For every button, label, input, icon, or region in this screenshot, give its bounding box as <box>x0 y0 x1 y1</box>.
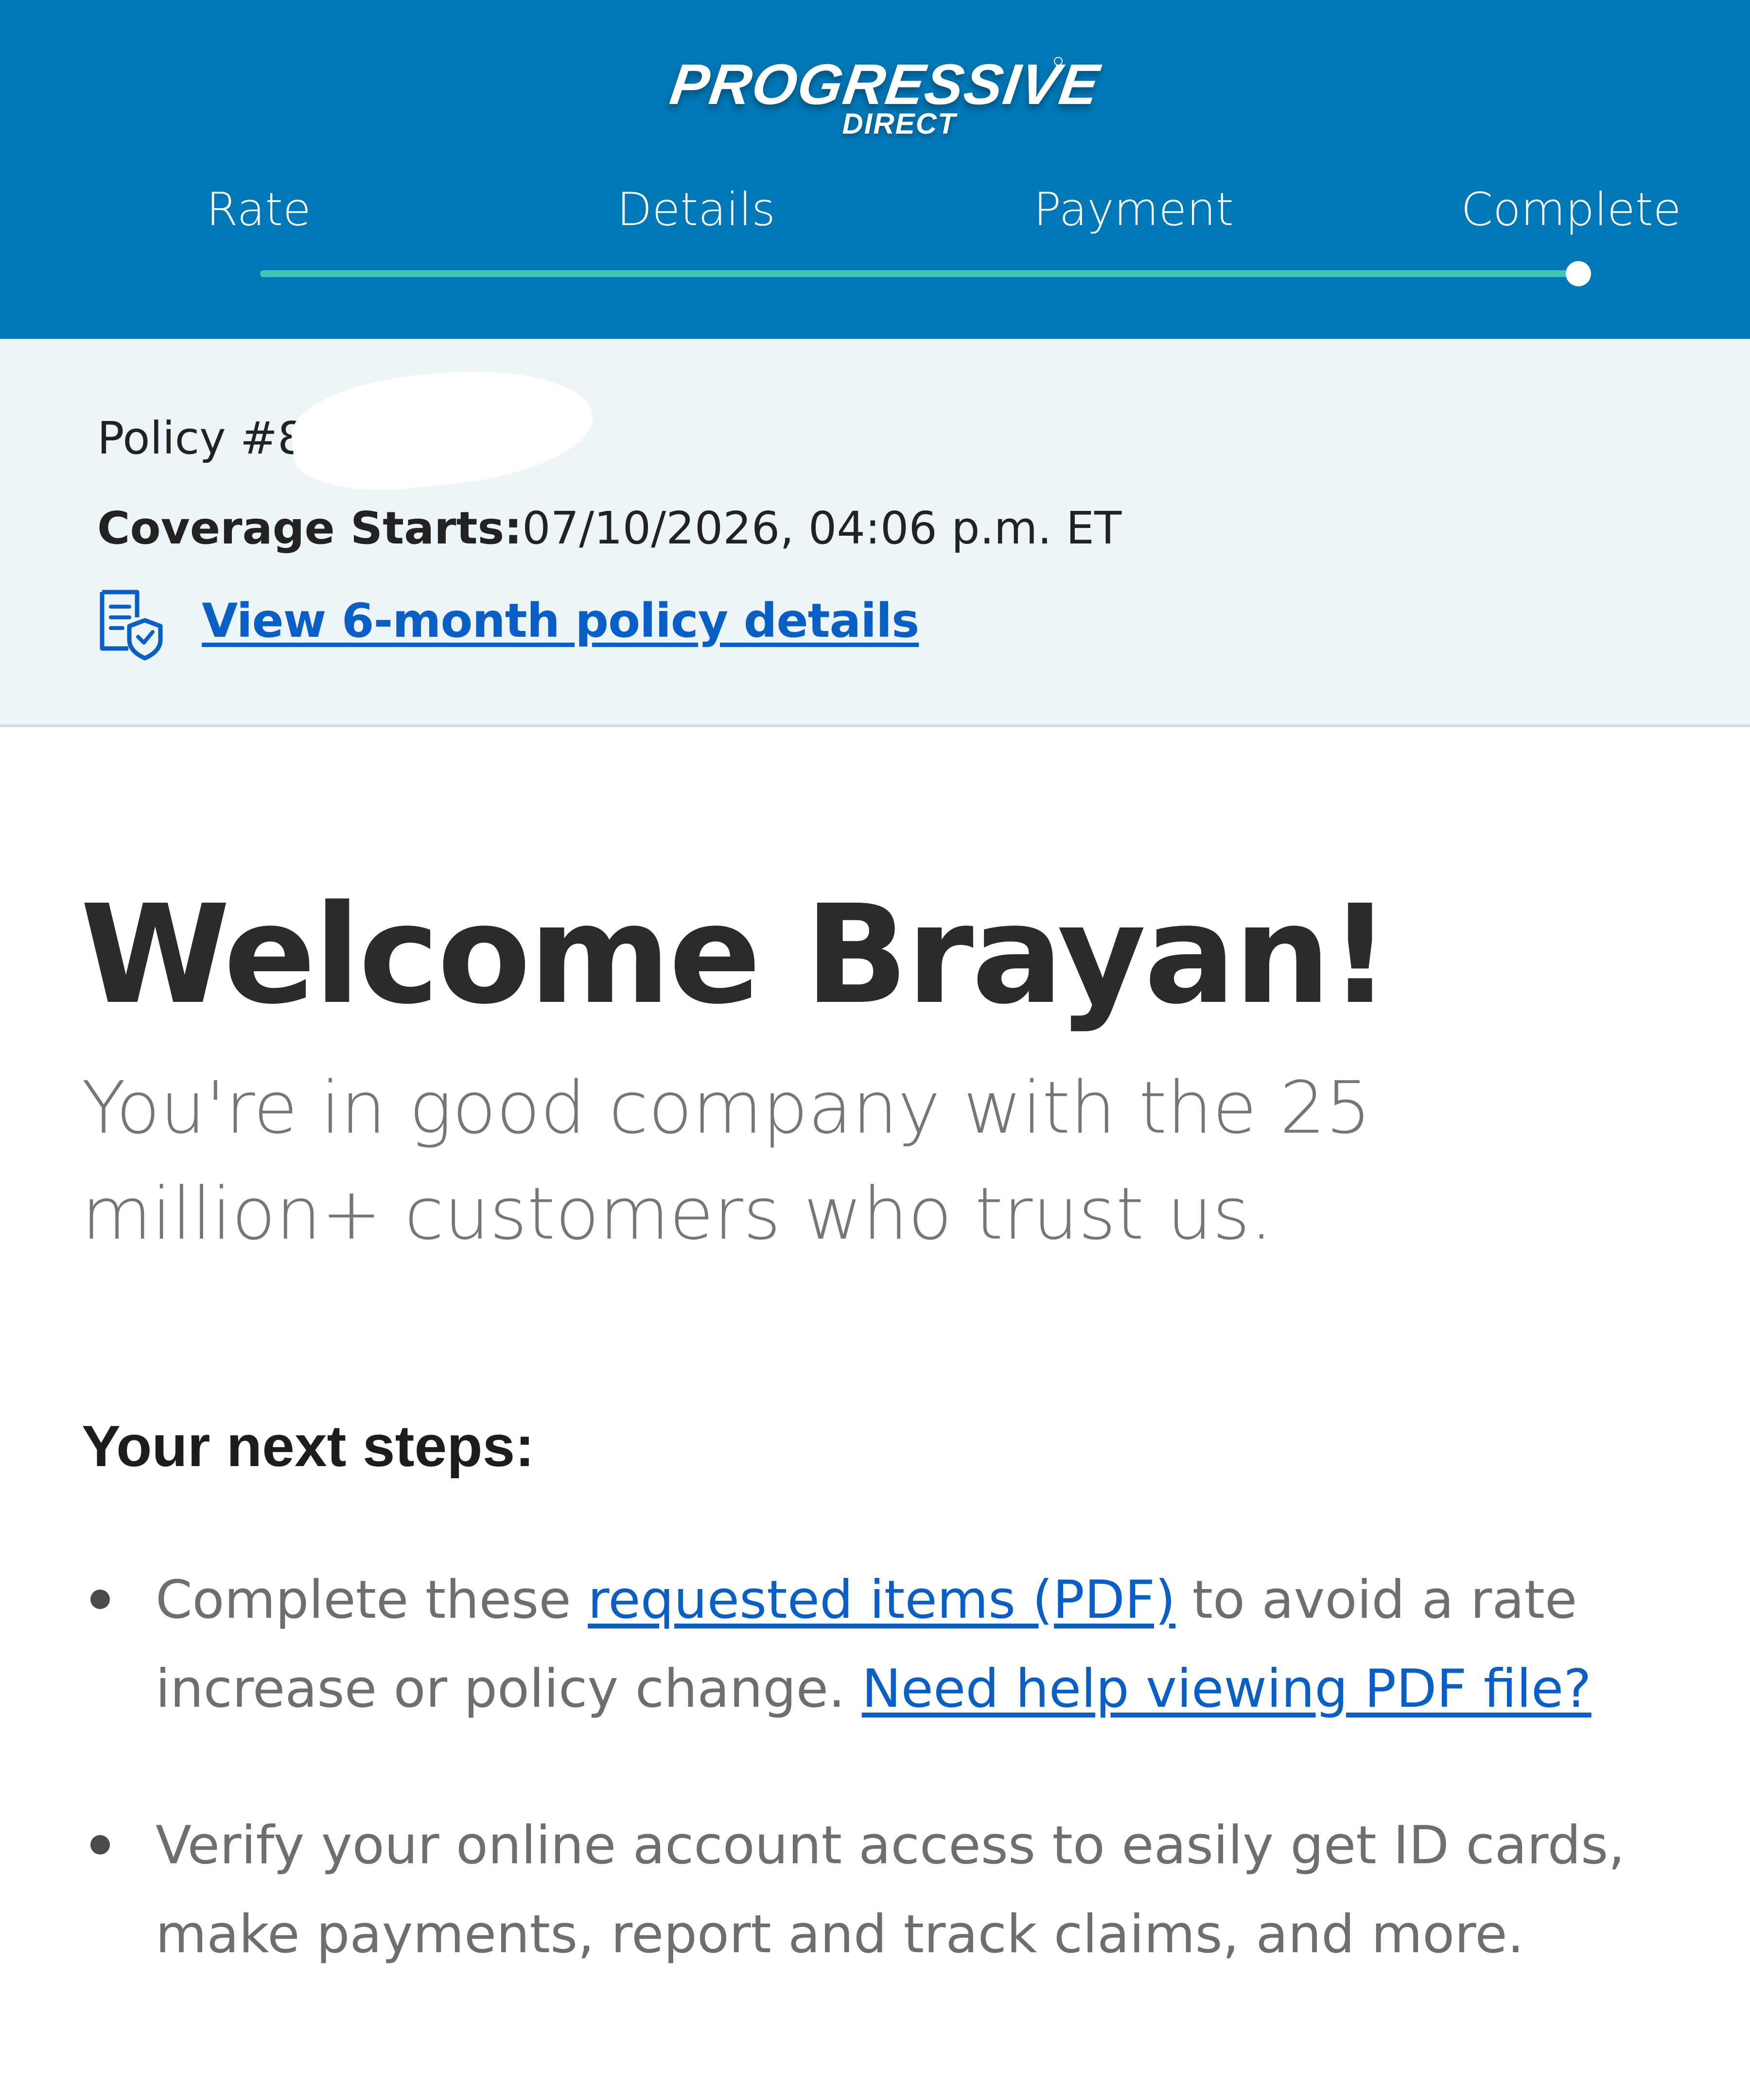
bullet-icon <box>90 1590 110 1609</box>
progressive-logo[interactable]: PROGRESSIVE DIRECT <box>0 41 1750 153</box>
next-step-item-1: Complete these requested items (PDF) to … <box>156 1556 1633 1733</box>
logo-subtext: DIRECT <box>842 107 957 140</box>
view-policy-details-link[interactable]: View 6-month policy details <box>202 592 919 650</box>
header-bar: PROGRESSIVE DIRECT Rate Details Payment … <box>0 0 1750 339</box>
next-steps-heading: Your next steps: <box>82 1414 535 1479</box>
policy-number-label: Policy # <box>97 412 278 464</box>
progress-current-marker <box>1566 261 1591 286</box>
progress-step-payment: Payment <box>1033 183 1234 236</box>
coverage-start: Coverage Starts:07/10/2026, 04:06 p.m. E… <box>97 499 1121 558</box>
policy-summary-panel: Policy #8 Coverage Starts:07/10/2026, 04… <box>0 339 1750 727</box>
coverage-start-value: 07/10/2026, 04:06 p.m. ET <box>522 502 1122 554</box>
coverage-start-label: Coverage Starts: <box>97 502 523 554</box>
next-step-item-2: Verify your online account access to eas… <box>156 1815 1625 1965</box>
progress-step-rate: Rate <box>206 183 311 236</box>
welcome-tagline: You're in good company with the 25 milli… <box>82 1066 1371 1256</box>
next-step-text: Complete these <box>156 1570 588 1630</box>
welcome-heading: Welcome Brayan! <box>80 876 1391 1034</box>
policy-details-row[interactable]: View 6-month policy details <box>97 584 1167 661</box>
progress-step-details: Details <box>617 183 775 236</box>
pdf-help-link[interactable]: Need help viewing PDF file? <box>862 1659 1592 1719</box>
policy-number: Policy #8 <box>97 409 306 468</box>
progress-bar <box>260 270 1578 277</box>
policy-document-shield-icon <box>97 588 165 661</box>
registered-mark-icon <box>1054 57 1063 66</box>
redaction-mark <box>286 357 598 500</box>
requested-items-pdf-link[interactable]: requested items (PDF) <box>588 1570 1175 1630</box>
logo-wordmark: PROGRESSIVE <box>666 52 1104 117</box>
bullet-icon <box>90 1835 110 1855</box>
progress-step-complete: Complete <box>1461 183 1681 236</box>
